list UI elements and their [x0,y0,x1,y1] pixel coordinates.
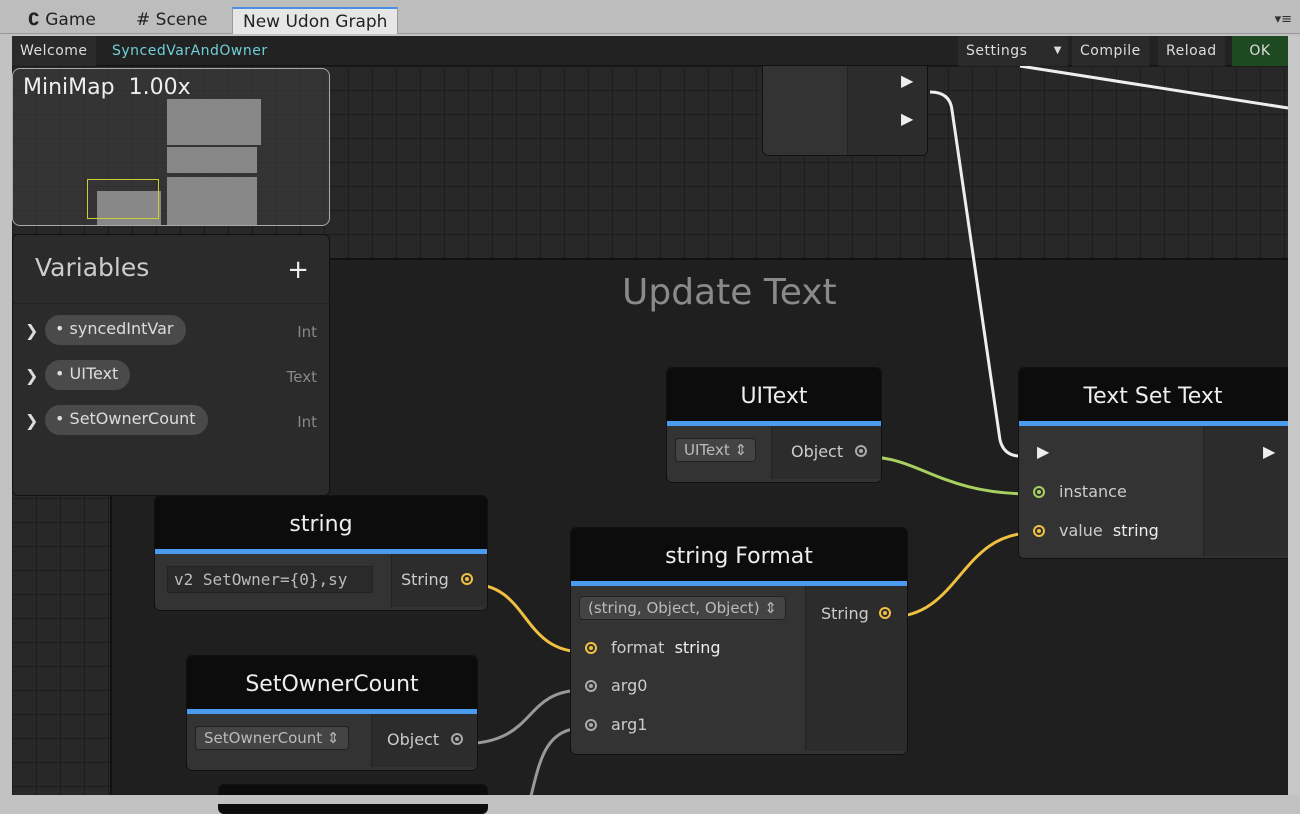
variable-pill[interactable]: • UIText [45,360,131,390]
add-variable-button[interactable]: + [287,255,309,285]
variable-select[interactable]: UIText ⇕ [675,438,757,462]
flow-in-arrow-icon[interactable]: ▶ [1037,442,1049,461]
variable-type: Int [297,413,317,431]
node-title: string Format [571,528,907,586]
output-port[interactable] [879,607,891,619]
output-port[interactable] [461,573,473,585]
node-title: SetOwnerCount [187,656,477,714]
minimap-block [167,99,261,145]
port-label: instance [1059,482,1127,501]
variable-select[interactable]: SetOwnerCount ⇕ [195,726,349,750]
node-uitext[interactable]: UIText UIText ⇕ Object [666,367,882,483]
input-port[interactable] [585,719,597,731]
port-label: value string [1059,521,1159,540]
overload-select[interactable]: (string, Object, Object) ⇕ [579,596,786,620]
chevron-right-icon[interactable]: ❯ [25,411,38,430]
ok-button[interactable]: OK [1232,36,1288,66]
minimap-label: MiniMap 1.00x [23,75,191,100]
port-label: Object [791,442,844,461]
output-port[interactable] [855,445,867,457]
port-label: String [401,570,449,589]
minimap-block [167,147,257,173]
graph-toolbar: Welcome SyncedVarAndOwner Settings ▼ Comp… [12,36,1288,66]
output-port[interactable] [451,733,463,745]
input-port[interactable] [1033,525,1045,537]
variables-panel: Variables + ❯ • syncedIntVar Int ❯ • UIText… [12,234,330,496]
input-port[interactable] [1033,486,1045,498]
node-text-set-text[interactable]: Text Set Text ▶ ▶ instance value string [1018,367,1300,559]
variable-type: Int [297,323,317,341]
port-label: format string [611,638,721,657]
variables-title: Variables [35,253,150,282]
flow-wire [1019,64,1289,110]
node-string-format[interactable]: string Format (string, Object, Object) ⇕… [570,527,908,755]
port-label: arg1 [611,715,648,734]
variable-pill[interactable]: • SetOwnerCount [45,405,208,435]
settings-button[interactable]: Settings ▼ [958,36,1068,66]
object-wire [867,455,1033,496]
dropdown-arrow-icon: ▼ [1053,45,1062,56]
node-title: UIText [667,368,881,426]
minimap[interactable]: MiniMap 1.00x [12,68,330,226]
input-port[interactable] [585,642,597,654]
port-label: Object [387,730,440,749]
graph-name-button[interactable]: SyncedVarAndOwner [104,36,276,66]
minimap-block [167,177,257,225]
node-setownercount[interactable]: SetOwnerCount SetOwnerCount ⇕ Object [186,655,478,771]
chevron-right-icon[interactable]: ❯ [25,321,38,340]
node-string[interactable]: string v2 SetOwner={0},sy String [154,495,488,611]
port-label: arg0 [611,676,648,695]
node-title: string [155,496,487,554]
node-title: Text Set Text [1019,368,1300,426]
input-port[interactable] [585,680,597,692]
string-wire [889,531,1033,619]
compile-button[interactable]: Compile [1072,36,1149,66]
variable-type: Text [286,368,317,386]
minimap-viewport[interactable] [87,179,159,219]
variable-pill[interactable]: • syncedIntVar [45,315,186,345]
string-value-input[interactable]: v2 SetOwner={0},sy [167,566,373,593]
chevron-right-icon[interactable]: ❯ [25,366,38,385]
bottom-bar [0,795,1300,804]
port-label: String [821,604,869,623]
welcome-button[interactable]: Welcome [12,36,96,66]
vertical-scrollbar[interactable] [1288,36,1300,796]
reload-button[interactable]: Reload [1158,36,1225,66]
flow-out-arrow-icon[interactable]: ▶ [1263,442,1275,461]
object-wire [459,688,585,746]
